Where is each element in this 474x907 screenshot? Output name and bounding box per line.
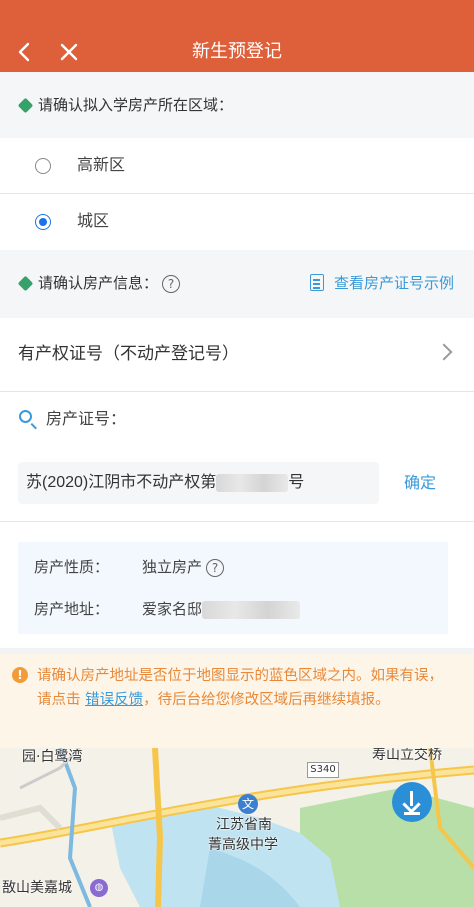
property-address-value-wrap: 爱家名邸 [142, 598, 301, 620]
property-section-title: 请确认房产信息： [38, 274, 159, 292]
shopping-icon[interactable]: ◍ [90, 879, 108, 897]
region-warning: ! 请确认房产地址是否位于地图显示的蓝色区域之内。如果有误，请点击 错误反馈，待… [0, 654, 474, 748]
property-section-title-wrap: 请确认房产信息：? [38, 272, 181, 294]
certificate-type-label: 有产权证号（不动产登记号） [18, 344, 239, 364]
map-label-school-line2: 菁高级中学 [208, 837, 278, 853]
section-bullet-icon [17, 97, 34, 114]
search-icon [19, 410, 32, 423]
map-view[interactable]: 园·白鹭湾 寿山立交桥 S340 文 江苏省南 菁高级中学 敔山美嘉城 ◍ [0, 748, 474, 907]
map-label-shoushan: 寿山立交桥 [372, 748, 442, 763]
warning-text-after: ，待后台给您修改区域后再继续填报。 [143, 692, 390, 708]
divider [0, 521, 474, 522]
region-option-gaoxin[interactable]: 高新区 [0, 138, 474, 194]
region-option-chengqu[interactable]: 城区 [0, 194, 474, 250]
property-section-header: 请确认房产信息：? 查看房产证号示例 [0, 250, 474, 318]
confirm-button[interactable]: 确定 [404, 472, 436, 494]
warning-icon: ! [12, 667, 28, 683]
region-option-label: 高新区 [77, 155, 126, 174]
chevron-right-icon [435, 343, 453, 361]
certificate-type-selector[interactable]: 有产权证号（不动产登记号） [0, 318, 474, 390]
section-bullet-icon [17, 275, 34, 292]
view-sample-label: 查看房产证号示例 [333, 274, 454, 292]
download-icon [404, 812, 420, 815]
view-sample-link[interactable]: 查看房产证号示例 [309, 272, 454, 294]
error-feedback-link[interactable]: 错误反馈 [85, 692, 143, 708]
certificate-search-row: 房产证号： [0, 408, 474, 432]
app-header: 新生预登记 [0, 0, 474, 72]
property-nature-value: 独立房产 [142, 558, 203, 576]
property-nature-row: 房产性质： 独立房产? [34, 556, 225, 578]
help-icon[interactable]: ? [162, 274, 181, 293]
map-label-yuanbai: 园·白鹭湾 [22, 749, 83, 765]
property-address-label: 房产地址： [34, 600, 110, 618]
region-section-header: 请确认拟入学房产所在区域： [0, 72, 474, 138]
property-address-row: 房产地址： 爱家名邸 [34, 598, 301, 620]
route-badge: S340 [307, 762, 339, 778]
page-title: 新生预登记 [192, 41, 282, 62]
map-label-school-line1: 江苏省南 [216, 817, 272, 833]
certificate-number-input[interactable]: 苏(2020)江阴市不动产权第 号 [18, 462, 379, 504]
document-icon [309, 274, 324, 291]
radio-gaoxin[interactable] [35, 158, 51, 174]
school-icon[interactable]: 文 [238, 794, 258, 814]
property-nature-value-wrap: 独立房产? [142, 556, 225, 578]
property-address-value: 爱家名邸 [142, 600, 203, 618]
certificate-number-label: 房产证号： [46, 409, 127, 428]
redacted-mask [216, 473, 289, 492]
divider [0, 391, 474, 392]
download-map-button[interactable] [392, 782, 432, 822]
certificate-value-suffix: 号 [288, 474, 305, 491]
property-info-box: 房产性质： 独立房产? 房产地址： 爱家名邸 [18, 542, 448, 634]
certificate-panel: 有产权证号（不动产登记号） 房产证号： 苏(2020)江阴市不动产权第号 确定 … [0, 318, 474, 648]
map-label-mall: 敔山美嘉城 [2, 880, 72, 896]
redacted-mask [202, 600, 301, 619]
region-section-title: 请确认拟入学房产所在区域： [38, 96, 234, 114]
region-option-label: 城区 [77, 211, 110, 230]
property-nature-label: 房产性质： [34, 558, 110, 576]
warning-text: 请确认房产地址是否位于地图显示的蓝色区域之内。如果有误，请点击 错误反馈，待后台… [37, 664, 457, 712]
help-icon[interactable]: ? [206, 558, 225, 577]
screen: 新生预登记 请确认拟入学房产所在区域： 高新区 城区 请确认房产信息：? 查看房… [0, 0, 474, 907]
radio-chengqu[interactable] [35, 214, 51, 230]
certificate-value-prefix: 苏(2020)江阴市不动产权第 [26, 474, 217, 491]
